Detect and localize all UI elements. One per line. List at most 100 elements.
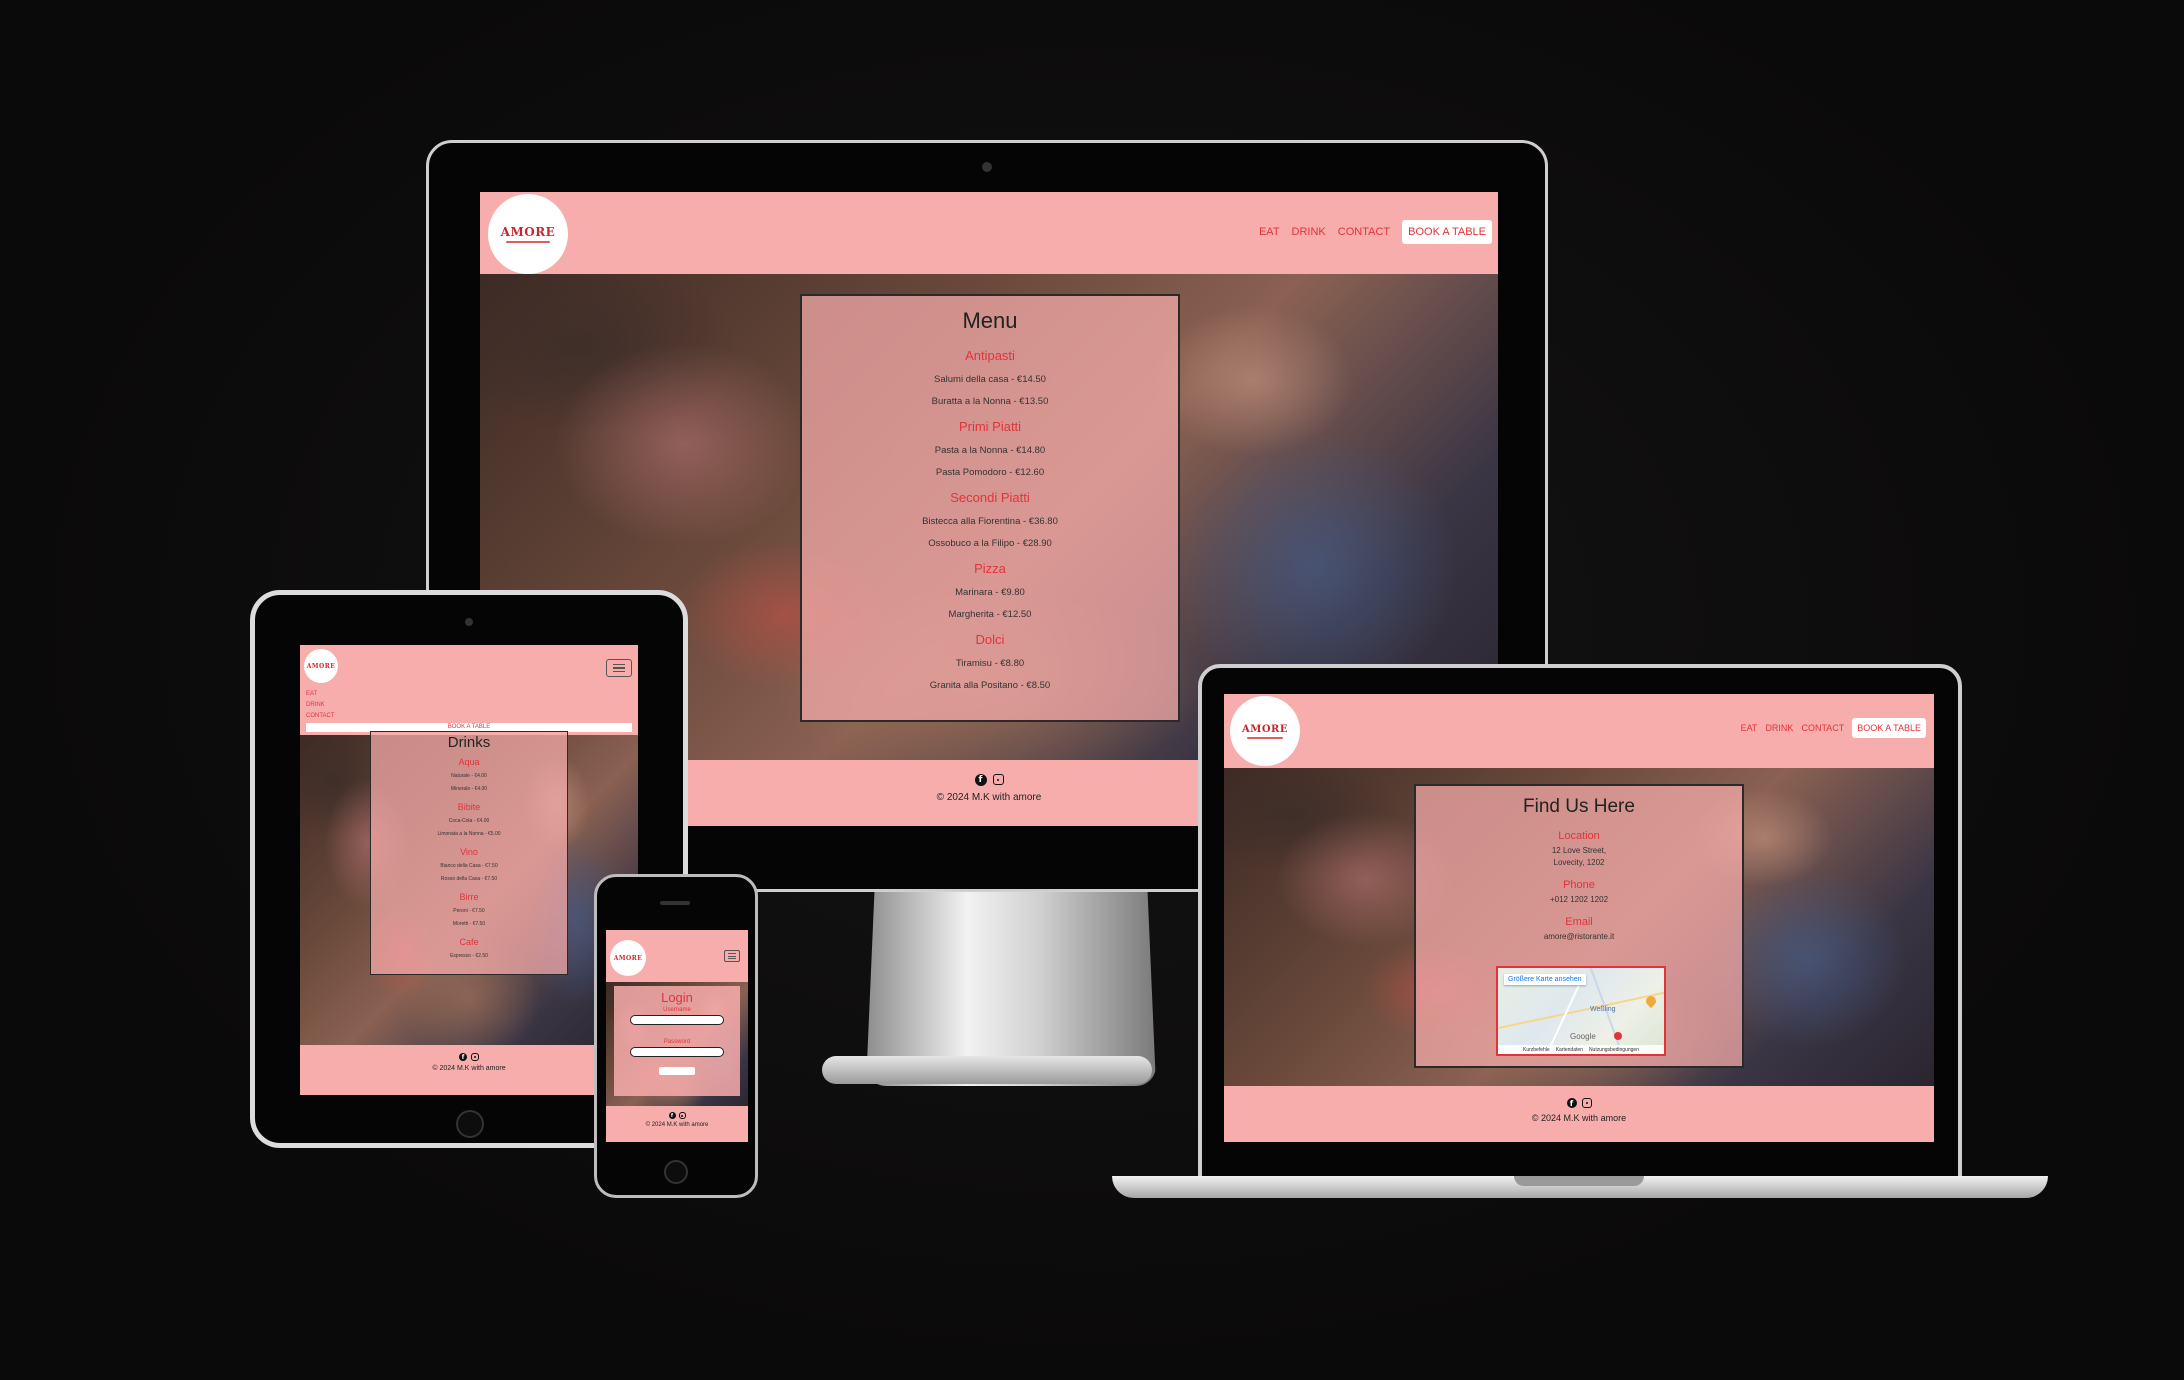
map-place-label: Weßling [1590, 1006, 1616, 1013]
menu-item: Rosso della Casa - €7.50 [440, 876, 498, 882]
menu-section-heading: Bibite [457, 802, 481, 812]
laptop-site: AMORE EAT DRINK CONTACT BOOK A TABLE Fin… [1224, 694, 1934, 1142]
menu-item: Margherita - €12.50 [948, 609, 1032, 620]
menu-item: Limonata a la Nonna - €5.00 [437, 831, 501, 837]
laptop-nav: EAT DRINK CONTACT BOOK A TABLE [1741, 718, 1926, 738]
menu-section-heading: Aqua [458, 757, 480, 767]
device-mockup-stage: AMORE EAT DRINK CONTACT BOOK A TABLE Men… [0, 0, 2184, 1380]
menu-item: Ossobuco a la Filipo - €28.90 [928, 538, 1052, 549]
monitor-camera [982, 162, 992, 172]
location-heading: Location [1558, 830, 1600, 842]
tablet-nav-drink[interactable]: DRINK [306, 700, 335, 711]
hamburger-menu-icon[interactable] [606, 659, 632, 677]
phone-brand-logo[interactable]: AMORE [610, 940, 646, 976]
map-attribution-bar: Kurzbefehle Kartendaten Nutzungsbedingun… [1498, 1045, 1664, 1054]
phone-heading: Phone [1563, 879, 1595, 891]
menu-item: Espresso - €2.50 [450, 953, 488, 959]
menu-item: Peroni - €7.50 [453, 908, 485, 914]
email-heading: Email [1565, 916, 1593, 928]
map-enlarge-link[interactable]: Größere Karte ansehen [1504, 974, 1586, 985]
menu-item: Coca-Cola - €4.00 [448, 818, 490, 824]
username-field[interactable] [630, 1015, 724, 1025]
menu-section-heading: Pizza [974, 561, 1006, 576]
phone-site: AMORE Login Username Password f © 2024 M… [606, 930, 748, 1142]
instagram-icon[interactable] [471, 1053, 479, 1061]
tablet-header: AMORE EAT DRINK CONTACT BOOK A TABLE [300, 645, 638, 735]
address-line-1: 12 Love Street, [1551, 846, 1607, 855]
menu-title: Menu [962, 308, 1018, 333]
laptop-nav-contact[interactable]: CONTACT [1801, 723, 1844, 733]
tablet-home-button[interactable] [456, 1110, 484, 1138]
brand-logo[interactable]: AMORE [488, 194, 568, 274]
facebook-icon[interactable]: f [459, 1053, 467, 1061]
tablet-site: AMORE EAT DRINK CONTACT BOOK A TABLE Dri… [300, 645, 638, 1095]
facebook-icon[interactable]: f [974, 774, 987, 786]
book-table-button[interactable]: BOOK A TABLE [1402, 220, 1492, 244]
menu-section-heading: Primi Piatti [958, 419, 1022, 434]
phone-value: +012 1202 1202 [1549, 895, 1609, 904]
menu-item: Pasta a la Nonna - €14.80 [934, 445, 1046, 456]
instagram-icon[interactable] [1581, 1098, 1592, 1108]
menu-section-heading: Vino [460, 847, 478, 857]
address-line-2: Lovecity, 1202 [1553, 858, 1605, 867]
tablet-footer: f © 2024 M.K with amore [300, 1045, 638, 1095]
login-submit-button[interactable] [659, 1067, 695, 1075]
tablet-brand-logo[interactable]: AMORE [304, 649, 338, 683]
embedded-map[interactable]: Größere Karte ansehen Weßling Google Kur… [1496, 966, 1666, 1056]
menu-panel: Menu Antipasti Salumi della casa - €14.50… [800, 294, 1180, 722]
menu-item: Bianco della Casa - €7.50 [440, 863, 498, 869]
instagram-icon[interactable] [678, 1112, 686, 1119]
password-field[interactable] [630, 1047, 724, 1057]
nav-eat[interactable]: EAT [1259, 226, 1280, 238]
laptop-nav-drink[interactable]: DRINK [1765, 723, 1793, 733]
laptop-brand-logo[interactable]: AMORE [1230, 696, 1300, 766]
password-label: Password [663, 1039, 691, 1045]
menu-item: Salumi della casa - €14.50 [934, 374, 1046, 385]
login-panel: Login Username Password [614, 986, 740, 1096]
tablet-footer-copyright: © 2024 M.K with amore [432, 1065, 506, 1072]
map-google-label: Google [1570, 1032, 1596, 1041]
phone-footer-copyright: © 2024 M.K with amore [645, 1122, 709, 1128]
menu-section-heading: Cafe [459, 937, 479, 947]
tablet-nav-contact[interactable]: CONTACT [306, 711, 335, 722]
nav-drink[interactable]: DRINK [1292, 226, 1326, 238]
phone-home-button[interactable] [664, 1160, 688, 1184]
menu-section-heading: Birre [459, 892, 479, 902]
laptop-header: AMORE EAT DRINK CONTACT BOOK A TABLE [1224, 694, 1934, 768]
map-red-pin-icon[interactable] [1614, 1032, 1622, 1040]
facebook-icon[interactable]: f [668, 1112, 676, 1119]
desktop-header: AMORE EAT DRINK CONTACT BOOK A TABLE [480, 192, 1498, 274]
nav-contact[interactable]: CONTACT [1338, 226, 1390, 238]
menu-item: Buratta a la Nonna - €13.50 [931, 396, 1049, 407]
drinks-title: Drinks [447, 734, 491, 751]
menu-section-heading: Antipasti [965, 348, 1015, 363]
menu-item: Minerale - €4.00 [450, 786, 488, 792]
username-label: Username [663, 1007, 691, 1013]
desktop-nav: EAT DRINK CONTACT BOOK A TABLE [1259, 220, 1492, 244]
menu-item: Marinara - €9.80 [955, 587, 1025, 598]
monitor-stand-base [822, 1056, 1152, 1084]
email-value[interactable]: amore@ristorante.it [1416, 931, 1742, 943]
facebook-icon[interactable]: f [1566, 1098, 1577, 1108]
menu-section-heading: Secondi Piatti [950, 490, 1030, 505]
menu-item: Moretti - €7.50 [452, 921, 486, 927]
phone-hamburger-icon[interactable] [724, 950, 740, 962]
laptop-book-table-button[interactable]: BOOK A TABLE [1852, 718, 1926, 738]
tablet-nav-eat[interactable]: EAT [306, 689, 335, 700]
instagram-icon[interactable] [992, 774, 1004, 785]
phone-speaker [660, 901, 690, 905]
menu-section-heading: Dolci [975, 632, 1005, 647]
laptop-nav-eat[interactable]: EAT [1741, 723, 1758, 733]
phone-header: AMORE [606, 930, 748, 982]
laptop-footer-copyright: © 2024 M.K with amore [1531, 1113, 1627, 1123]
menu-item: Naturale - €4.00 [451, 773, 487, 779]
find-us-title: Find Us Here [1523, 796, 1635, 817]
menu-item: Tiramisu - €8.80 [955, 658, 1025, 669]
drinks-panel: Drinks Aqua Naturale - €4.00 Minerale - €4… [370, 731, 568, 975]
login-title: Login [661, 990, 693, 1005]
phone-footer: f © 2024 M.K with amore [606, 1106, 748, 1142]
tablet-dropdown-nav: EAT DRINK CONTACT [306, 689, 335, 722]
laptop-notch [1514, 1176, 1644, 1186]
menu-item: Pasta Pomodoro - €12.60 [935, 467, 1045, 478]
find-us-panel: Find Us Here Location 12 Love Street, Lo… [1414, 784, 1744, 1068]
